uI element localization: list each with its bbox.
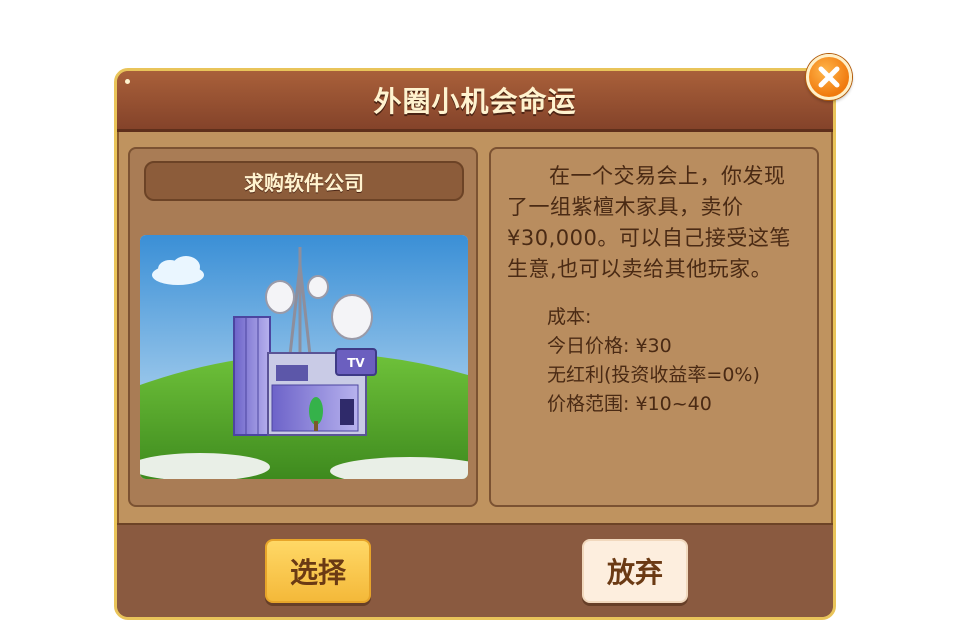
stat-today-price: 今日价格: ¥30	[547, 335, 672, 357]
close-button[interactable]	[806, 54, 852, 100]
game-screen: 外圈小机会命运 求购软件公司 TV 在一个交易会上，你发现了一组紫檀木家具，卖价…	[0, 0, 960, 640]
select-button[interactable]: 选择	[265, 539, 371, 603]
dialog-title: 外圈小机会命运	[373, 85, 577, 118]
chance-dialog: 外圈小机会命运 求购软件公司 TV 在一个交易会上，你发现了一组紫檀木家具，卖价…	[114, 68, 836, 620]
info-panel: 在一个交易会上，你发现了一组紫檀木家具，卖价¥30,000。可以自己接受这笔生意…	[489, 147, 819, 507]
building-with-tv-antenna-illustration: TV	[140, 235, 468, 479]
stat-cost: 成本:	[547, 306, 592, 328]
card-name: 求购软件公司	[144, 161, 464, 201]
action-bar: 选择 放弃	[117, 523, 833, 617]
close-icon	[818, 66, 840, 88]
tv-sign: TV	[347, 356, 365, 370]
card-panel: 求购软件公司 TV	[128, 147, 478, 507]
stat-price-range: 价格范围: ¥10~40	[547, 393, 712, 415]
event-description: 在一个交易会上，你发现了一组紫檀木家具，卖价¥30,000。可以自己接受这笔生意…	[507, 164, 791, 281]
stat-dividend: 无红利(投资收益率=0%)	[547, 364, 760, 386]
stats-list: 成本: 今日价格: ¥30 无红利(投资收益率=0%) 价格范围: ¥10~40	[507, 303, 803, 419]
title-decoration-dot	[125, 79, 130, 84]
abandon-button[interactable]: 放弃	[582, 539, 688, 603]
dialog-title-bar: 外圈小机会命运	[117, 71, 833, 132]
